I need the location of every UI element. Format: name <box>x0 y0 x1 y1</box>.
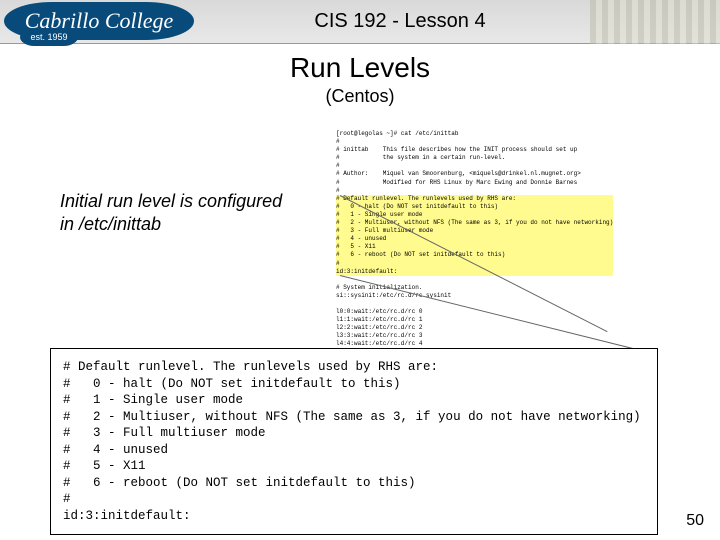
code-line: l2:2:wait:/etc/rc.d/rc 2 <box>336 324 422 331</box>
code-line: [root@legolas ~]# cat /etc/inittab <box>336 130 458 137</box>
inittab-full-listing: [root@legolas ~]# cat /etc/inittab # # i… <box>336 130 698 365</box>
slide-header: Cabrillo College est. 1959 CIS 192 - Les… <box>0 0 720 44</box>
code-line: # Default runlevel. The runlevels used b… <box>336 195 516 202</box>
zoom-line: # 1 - Single user mode <box>63 393 243 407</box>
code-line: l4:4:wait:/etc/rc.d/rc 4 <box>336 340 422 347</box>
code-line: l3:3:wait:/etc/rc.d/rc 3 <box>336 332 422 339</box>
annotation-text: Initial run level is configured in /etc/… <box>60 190 290 237</box>
zoom-line: # 6 - reboot (Do NOT set initdefault to … <box>63 476 416 490</box>
code-line: # Modified for RHS Linux by Marc Ewing a… <box>336 179 577 186</box>
code-line: # Author: Miquel van Smoorenburg, <mique… <box>336 170 581 177</box>
zoom-line: id:3:initdefault: <box>63 509 191 523</box>
code-line: l0:0:wait:/etc/rc.d/rc 0 <box>336 308 422 315</box>
code-line: # the system in a certain run-level. <box>336 154 505 161</box>
logo-est-badge: est. 1959 <box>20 28 78 46</box>
zoom-line: # 4 - unused <box>63 443 168 457</box>
zoom-line: # 5 - X11 <box>63 459 146 473</box>
page-number: 50 <box>686 512 704 530</box>
zoom-line: # Default runlevel. The runlevels used b… <box>63 360 438 374</box>
code-line: # <box>336 162 340 169</box>
college-logo: Cabrillo College est. 1959 <box>0 0 200 44</box>
slide-subtitle: (Centos) <box>0 86 720 107</box>
code-line: # inittab This file describes how the IN… <box>336 146 577 153</box>
slide-title: Run Levels <box>0 52 720 84</box>
code-line: id:3:initdefault: <box>336 268 397 275</box>
code-line: # 2 - Multiuser, without NFS (The same a… <box>336 219 613 226</box>
code-line: # 6 - reboot (Do NOT set initdefault to … <box>336 251 505 258</box>
zoom-line: # 3 - Full multiuser mode <box>63 426 266 440</box>
inittab-zoom-box: # Default runlevel. The runlevels used b… <box>50 348 658 535</box>
code-line: # <box>336 187 340 194</box>
code-line: # 3 - Full multiuser mode <box>336 227 433 234</box>
code-line: # 4 - unused <box>336 235 386 242</box>
zoom-line: # 0 - halt (Do NOT set initdefault to th… <box>63 377 401 391</box>
code-line: l1:1:wait:/etc/rc.d/rc 1 <box>336 316 422 323</box>
zoom-line: # <box>63 492 71 506</box>
code-line: # <box>336 138 340 145</box>
zoom-line: # 2 - Multiuser, without NFS (The same a… <box>63 410 641 424</box>
code-line: # <box>336 260 340 267</box>
code-line: # 5 - X11 <box>336 243 376 250</box>
